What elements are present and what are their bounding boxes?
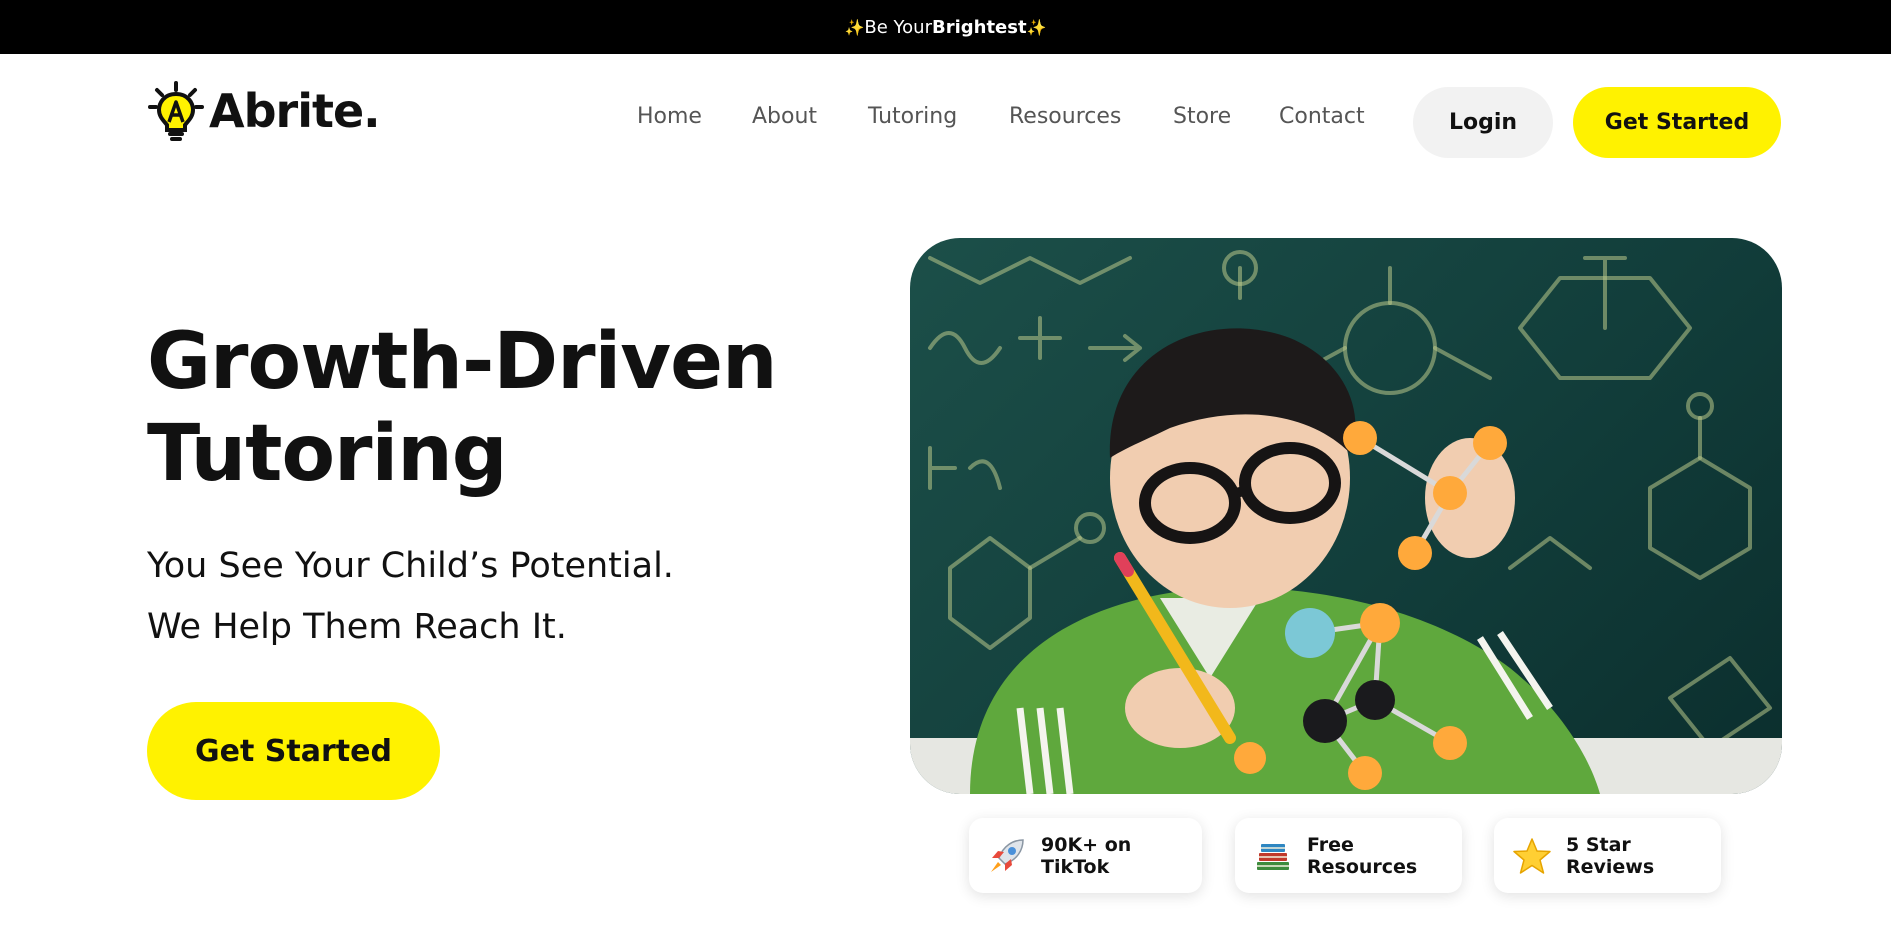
hero-title-line2: Tutoring — [147, 409, 508, 499]
badge-tiktok-label: 90K+ on TikTok — [1041, 833, 1132, 878]
books-icon — [1253, 836, 1293, 876]
badge-reviews-label: 5 Star Reviews — [1566, 833, 1655, 878]
announcement-highlight: Brightest — [931, 16, 1027, 38]
nav-resources[interactable]: Resources — [1009, 104, 1121, 129]
nav-tutoring[interactable]: Tutoring — [868, 104, 957, 129]
rocket-icon — [987, 836, 1027, 876]
hero-photo — [910, 238, 1782, 794]
hero-subtitle-line2: We Help Them Reach It. — [147, 607, 567, 647]
badge-resources-label: Free Resources — [1307, 833, 1418, 878]
nav-about[interactable]: About — [752, 104, 817, 129]
header-get-started-button[interactable]: Get Started — [1573, 87, 1781, 158]
nav-store[interactable]: Store — [1173, 104, 1231, 129]
nav-home[interactable]: Home — [637, 104, 702, 129]
hero-subtitle-line1: You See Your Child’s Potential. — [147, 546, 674, 586]
hero-get-started-button[interactable]: Get Started — [147, 702, 440, 800]
announcement-bar: ✨ Be Your Brightest ✨ — [0, 0, 1891, 54]
badge-reviews: 5 Star Reviews — [1494, 818, 1721, 893]
chalkboard-illustration — [910, 250, 1782, 794]
hero-subtitle: You See Your Child’s Potential. We Help … — [147, 536, 674, 658]
badge-resources: Free Resources — [1235, 818, 1462, 893]
badge-tiktok: 90K+ on TikTok — [969, 818, 1202, 893]
star-icon — [1512, 836, 1552, 876]
sparkle-icon: ✨ — [1026, 17, 1047, 37]
sparkle-icon: ✨ — [844, 17, 865, 37]
hero-title-line1: Growth-Driven — [147, 317, 778, 407]
hero-title: Growth-Driven Tutoring — [147, 316, 778, 500]
nav-contact[interactable]: Contact — [1279, 104, 1365, 129]
login-button[interactable]: Login — [1413, 87, 1553, 158]
announcement-prefix: Be Your — [864, 16, 932, 38]
